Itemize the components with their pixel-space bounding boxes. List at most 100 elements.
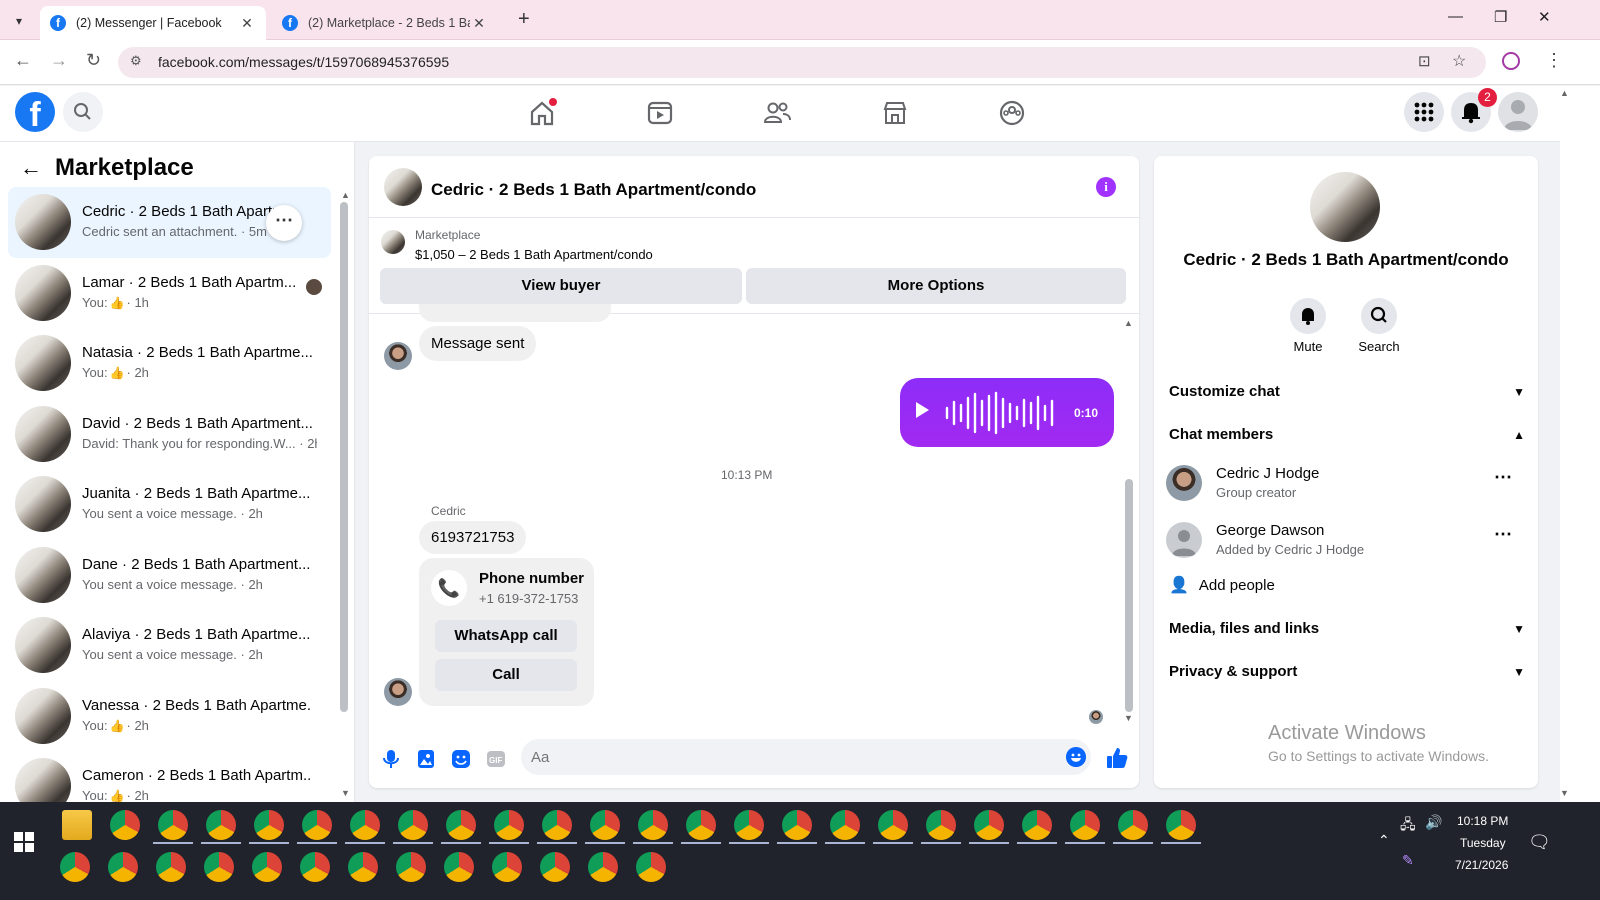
page-scrollbar[interactable]: ▲ ▼ [1560,86,1600,802]
chrome-window-icon[interactable] [926,810,956,840]
chrome-window-icon[interactable] [156,852,186,882]
chrome-window-icon[interactable] [204,852,234,882]
add-people-row[interactable]: 👤 Add people [1169,568,1525,604]
chrome-window-icon[interactable] [254,810,284,840]
member-row[interactable]: Cedric J Hodge Group creator ⋯ [1166,461,1526,511]
back-arrow-icon[interactable]: ← [14,50,32,71]
message-input[interactable] [531,739,1051,775]
gif-icon[interactable]: GIF [485,748,507,770]
thumbs-up-icon[interactable] [1105,746,1129,770]
chrome-window-icon[interactable] [1166,810,1196,840]
url-field[interactable]: ⚙ facebook.com/messages/t/15970689453765… [118,47,1486,78]
chrome-window-icon[interactable] [588,852,618,882]
tab-search-dropdown-icon[interactable]: ▾ [6,8,32,34]
site-info-icon[interactable]: ⚙ [130,53,142,69]
notification-center-icon[interactable]: 🗨 [1528,832,1551,853]
listing-title[interactable]: $1,050 – 2 Beds 1 Bath Apartment/condo [415,247,653,262]
tab-marketplace[interactable]: f (2) Marketplace - 2 Beds 1 Bath ✕ [272,6,498,40]
chrome-window-icon[interactable] [158,810,188,840]
sender-avatar[interactable] [384,342,412,370]
conversation-item[interactable]: Lamar · 2 Beds 1 Bath Apartm... You: 👍 · 1h [8,258,331,329]
chrome-window-icon[interactable] [686,810,716,840]
info-icon[interactable]: i [1096,177,1116,197]
chrome-window-icon[interactable] [636,852,666,882]
clock-day[interactable]: Tuesday [1460,836,1506,850]
chrome-window-icon[interactable] [206,810,236,840]
chrome-window-icon[interactable] [398,810,428,840]
file-explorer-icon[interactable] [62,810,92,840]
chrome-window-icon[interactable] [1022,810,1052,840]
browser-menu-icon[interactable]: ⋮ [1545,50,1563,71]
conversation-item[interactable]: Dane · 2 Beds 1 Bath Apartment... You sen… [8,540,331,611]
call-button[interactable]: Call [435,659,577,691]
account-avatar[interactable] [1498,92,1538,132]
close-tab-icon[interactable]: ✕ [470,15,488,32]
home-icon[interactable] [527,98,557,128]
chat-scrollbar[interactable] [1125,479,1133,712]
scroll-up-icon[interactable]: ▲ [1560,88,1569,98]
marketplace-icon[interactable] [880,98,910,128]
scroll-up-icon[interactable]: ▲ [341,190,350,200]
conversation-item[interactable]: Vanessa · 2 Beds 1 Bath Apartme... You: 👍 ·… [8,681,331,752]
chrome-window-icon[interactable] [540,852,570,882]
install-app-icon[interactable]: ⊡ [1418,52,1431,70]
emoji-icon[interactable] [1066,747,1086,767]
chrome-window-icon[interactable] [350,810,380,840]
member-options-icon[interactable]: ⋯ [1494,467,1512,488]
mute-button[interactable]: Mute [1278,298,1338,354]
close-tab-icon[interactable]: ✕ [238,15,256,32]
search-button[interactable] [63,92,103,132]
clock-time[interactable]: 10:18 PM [1457,814,1508,828]
sender-avatar[interactable] [384,678,412,706]
conversation-item[interactable]: Juanita · 2 Beds 1 Bath Apartme... You se… [8,469,331,540]
member-row[interactable]: George Dawson Added by Cedric J Hodge ⋯ [1166,518,1526,568]
volume-icon[interactable]: 🔊 [1425,814,1442,831]
chrome-window-icon[interactable] [110,810,140,840]
chrome-window-icon[interactable] [396,852,426,882]
chat-members-row[interactable]: Chat members ▲ [1169,417,1525,453]
window-close-icon[interactable]: ✕ [1538,8,1551,26]
tab-messenger[interactable]: f (2) Messenger | Facebook ✕ [40,6,266,40]
chrome-window-icon[interactable] [348,852,378,882]
privacy-support-row[interactable]: Privacy & support ▼ [1169,654,1525,690]
chrome-window-icon[interactable] [638,810,668,840]
minimize-icon[interactable]: — [1448,8,1463,25]
chrome-window-icon[interactable] [60,852,90,882]
conversation-item[interactable]: Cedric · 2 Beds 1 Bath Apartm... Cedric s… [8,187,331,258]
chrome-window-icon[interactable] [782,810,812,840]
video-icon[interactable] [645,98,675,128]
media-files-links-row[interactable]: Media, files and links ▼ [1169,611,1525,647]
pen-icon[interactable]: ✎ [1402,852,1414,869]
network-icon[interactable]: 🖧 [1400,814,1416,838]
chrome-window-icon[interactable] [830,810,860,840]
chrome-window-icon[interactable] [252,852,282,882]
chat-title[interactable]: Cedric · 2 Beds 1 Bath Apartment/condo [431,180,756,200]
chrome-window-icon[interactable] [1118,810,1148,840]
new-tab-button[interactable]: + [518,8,530,31]
member-options-icon[interactable]: ⋯ [1494,524,1512,545]
scroll-down-icon[interactable]: ▼ [341,788,350,798]
chrome-window-icon[interactable] [878,810,908,840]
chrome-window-icon[interactable] [492,852,522,882]
back-arrow-icon[interactable]: ← [20,155,42,181]
bookmark-star-icon[interactable]: ☆ [1452,51,1466,71]
reload-icon[interactable]: ↻ [86,50,101,71]
windows-start-icon[interactable] [14,832,34,852]
chrome-window-icon[interactable] [590,810,620,840]
conversation-item[interactable]: David · 2 Beds 1 Bath Apartment... David:… [8,399,331,470]
clock-date[interactable]: 7/21/2026 [1455,858,1508,872]
scroll-down-icon[interactable]: ▼ [1560,788,1569,798]
whatsapp-call-button[interactable]: WhatsApp call [435,620,577,652]
scroll-down-icon[interactable]: ▼ [1124,713,1133,723]
chrome-window-icon[interactable] [734,810,764,840]
forward-arrow-icon[interactable]: → [50,50,68,71]
menu-button[interactable] [1404,92,1444,132]
customize-chat-row[interactable]: Customize chat ▼ [1169,374,1525,410]
chat-avatar[interactable] [384,168,422,206]
groups-icon[interactable] [997,98,1027,128]
sidebar-scrollbar[interactable] [340,202,348,712]
view-buyer-button[interactable]: View buyer [380,268,742,304]
chrome-window-icon[interactable] [302,810,332,840]
conversation-item[interactable]: Alaviya · 2 Beds 1 Bath Apartme... You se… [8,610,331,681]
chrome-window-icon[interactable] [108,852,138,882]
